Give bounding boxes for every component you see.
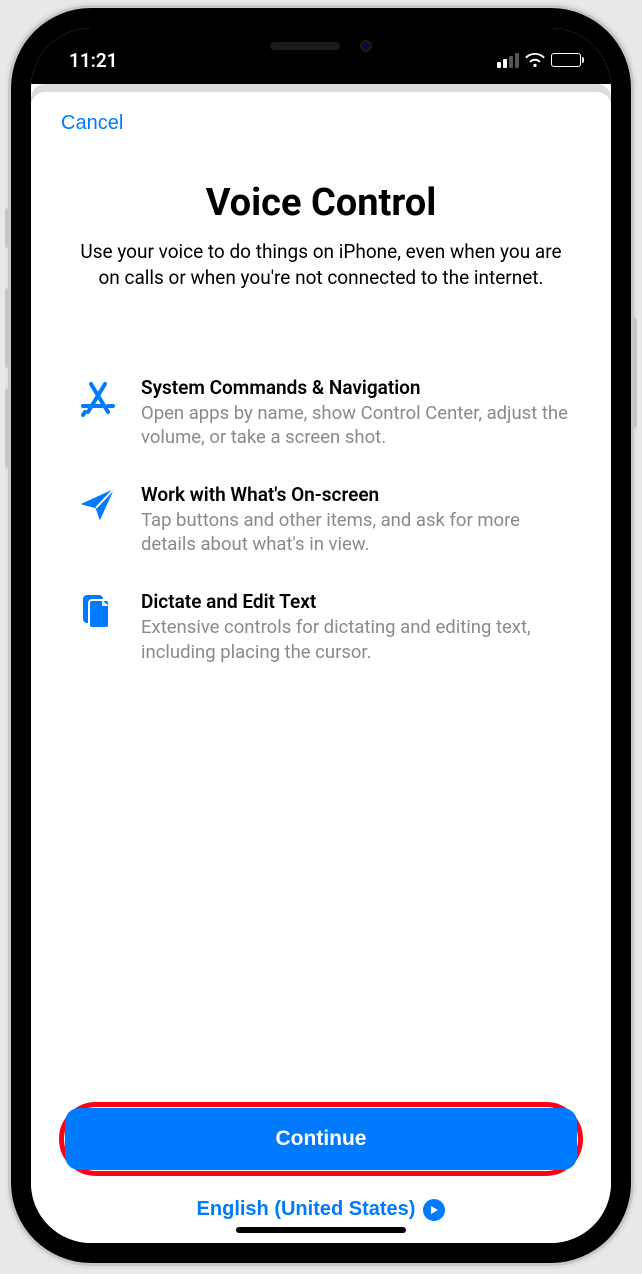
side-button [631,318,637,428]
modal-sheet: Cancel Voice Control Use your voice to d… [31,92,611,1243]
feature-title: System Commands & Navigation [141,376,575,399]
page-title: Voice Control [59,181,583,225]
feature-desc: Open apps by name, show Control Center, … [141,401,575,449]
silent-switch [5,208,11,248]
paper-plane-icon [77,483,119,523]
home-indicator[interactable] [236,1227,406,1233]
device-frame: 11:21 Cancel Voice Control Use your voic… [11,8,631,1263]
volume-down-button [5,388,11,468]
language-label: English (United States) [197,1198,416,1221]
feature-desc: Extensive controls for dictating and edi… [141,615,575,663]
status-indicators [497,53,581,68]
app-store-icon [77,376,119,418]
documents-icon [77,590,119,632]
status-time: 11:21 [69,49,118,72]
feature-system-commands: System Commands & Navigation Open apps b… [77,376,575,449]
play-circle-icon [423,1199,445,1221]
cellular-signal-icon [497,53,519,68]
speaker-grille [270,42,340,50]
page-subtitle: Use your voice to do things on iPhone, e… [59,239,583,290]
wifi-icon [525,53,545,67]
cancel-button[interactable]: Cancel [59,106,583,155]
feature-title: Dictate and Edit Text [141,590,575,613]
front-camera [360,40,372,52]
feature-title: Work with What's On-screen [141,483,575,506]
continue-button[interactable]: Continue [65,1108,577,1170]
battery-icon [551,53,581,67]
feature-desc: Tap buttons and other items, and ask for… [141,508,575,556]
screen: 11:21 Cancel Voice Control Use your voic… [31,28,611,1243]
volume-up-button [5,288,11,368]
feature-dictate: Dictate and Edit Text Extensive controls… [77,590,575,663]
notch [191,28,451,64]
bottom-actions: Continue English (United States) [59,1102,583,1243]
language-button[interactable]: English (United States) [59,1198,583,1221]
feature-list: System Commands & Navigation Open apps b… [59,376,583,663]
highlight-ring: Continue [59,1102,583,1176]
feature-onscreen: Work with What's On-screen Tap buttons a… [77,483,575,556]
